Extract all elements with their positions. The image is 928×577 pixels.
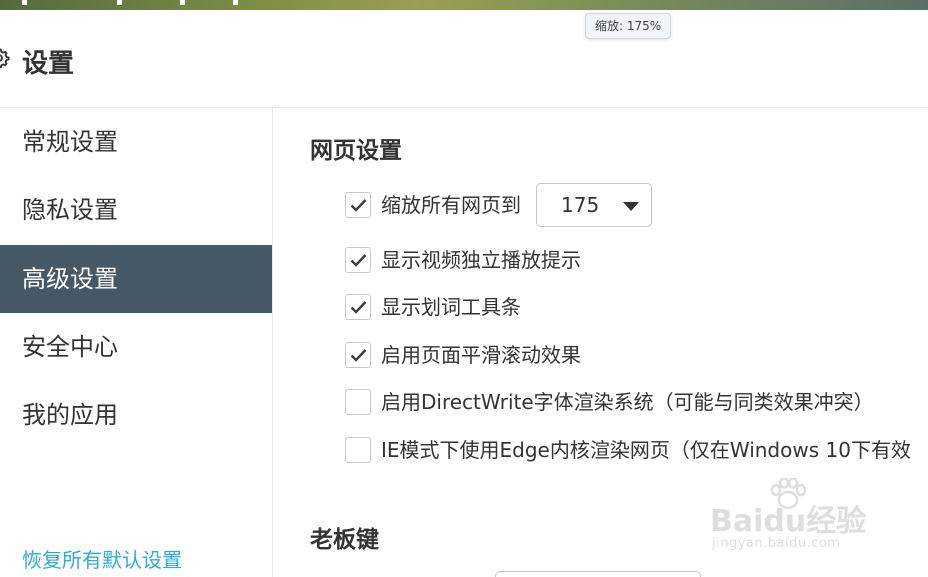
checkmark-icon: [350, 199, 367, 212]
option-label: 启用DirectWrite字体渲染系统（可能与同类效果冲突）: [381, 390, 874, 414]
section-title-boss-key: 老板键: [310, 527, 379, 553]
sidebar-item-privacy[interactable]: 隐私设置: [0, 176, 272, 244]
checkmark-icon: [350, 301, 367, 314]
sidebar-item-general[interactable]: 常规设置: [0, 108, 272, 176]
strip-marker: [180, 0, 185, 5]
option-label: 缩放所有网页到: [381, 193, 521, 217]
settings-header: 设置: [0, 10, 928, 108]
restore-defaults-link[interactable]: 恢复所有默认设置: [22, 544, 182, 573]
selection-toolbar-checkbox[interactable]: [345, 294, 371, 320]
gear-icon: [0, 48, 10, 69]
option-label: IE模式下使用Edge内核渲染网页（仅在Windows 10下有效: [381, 438, 911, 462]
settings-main: 网页设置 缩放所有网页到 175 显示视频独立播放提示 显示划词工具条 启用页面…: [273, 108, 928, 577]
strip-marker: [22, 0, 27, 5]
strip-marker: [233, 0, 238, 5]
sidebar-item-advanced[interactable]: 高级设置: [0, 245, 272, 313]
zoom-level-value: 175: [561, 193, 600, 217]
video-popup-hint-checkbox[interactable]: [345, 247, 371, 273]
browser-top-strip: [0, 0, 928, 10]
directwrite-checkbox[interactable]: [345, 389, 371, 415]
sidebar-item-security[interactable]: 安全中心: [0, 313, 272, 381]
settings-page: 缩放: 175% 设置 常规设置 隐私设置 高级设置 安全中心 我的应用 恢复所…: [0, 0, 928, 577]
zoom-all-checkbox[interactable]: [345, 192, 371, 218]
page-title: 设置: [22, 49, 75, 79]
ie-edge-kernel-checkbox[interactable]: [345, 437, 371, 463]
strip-marker: [117, 0, 122, 5]
sidebar-item-my-apps[interactable]: 我的应用: [0, 381, 272, 449]
option-label: 显示视频独立播放提示: [381, 248, 581, 272]
boss-key-input[interactable]: [495, 571, 701, 577]
settings-sidebar: 常规设置 隐私设置 高级设置 安全中心 我的应用 恢复所有默认设置: [0, 108, 273, 577]
option-label: 启用页面平滑滚动效果: [381, 343, 581, 367]
smooth-scroll-checkbox[interactable]: [345, 342, 371, 368]
option-label: 显示划词工具条: [381, 295, 521, 319]
checkmark-icon: [350, 349, 367, 362]
section-title-webpage: 网页设置: [310, 138, 402, 164]
zoom-level-select[interactable]: 175: [536, 183, 652, 227]
checkmark-icon: [350, 254, 367, 267]
dropdown-arrow-icon: [623, 202, 639, 211]
